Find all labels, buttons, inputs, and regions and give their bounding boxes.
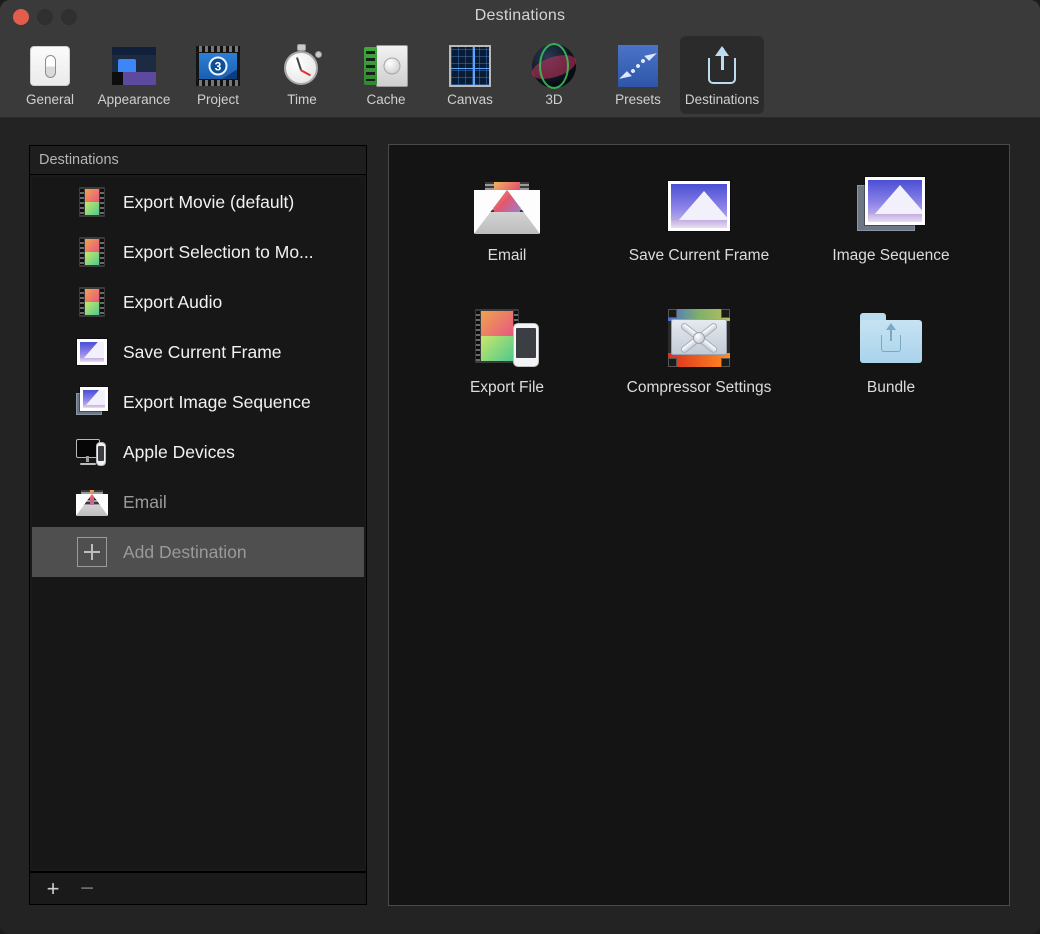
list-item-export-movie[interactable]: Export Movie (default) <box>32 177 364 227</box>
destinations-sidebar: Destinations Export Movie (default) <box>29 145 367 872</box>
plus-square-icon <box>76 536 108 568</box>
preferences-toolbar: General Appearance 3 Project <box>0 34 1040 118</box>
toolbar-label-destinations: Destinations <box>685 92 759 107</box>
tile-label: Save Current Frame <box>629 247 769 265</box>
destination-types-grid: Email Save Current Frame <box>389 145 1009 397</box>
film-strip-icon <box>76 186 108 218</box>
list-item-apple-devices[interactable]: Apple Devices <box>32 427 364 477</box>
toolbar-item-cache[interactable]: Cache <box>344 36 428 114</box>
tile-compressor-settings[interactable]: Compressor Settings <box>603 307 795 397</box>
list-item-label: Export Movie (default) <box>123 192 294 213</box>
list-item-label: Add Destination <box>123 542 247 563</box>
envelope-icon <box>76 486 108 518</box>
list-item-label: Apple Devices <box>123 442 235 463</box>
film-strip-icon <box>76 236 108 268</box>
list-item-email[interactable]: Email <box>32 477 364 527</box>
sidebar-footer-toolbar: + − <box>29 872 367 905</box>
list-item-label: Export Image Sequence <box>123 392 311 413</box>
toolbar-label-cache: Cache <box>366 92 405 107</box>
appearance-icon <box>110 42 158 90</box>
toolbar-item-presets[interactable]: Presets <box>596 36 680 114</box>
tile-label: Export File <box>470 379 544 397</box>
tile-email[interactable]: Email <box>411 175 603 265</box>
cache-icon <box>362 42 410 90</box>
toolbar-item-destinations[interactable]: Destinations <box>680 36 764 114</box>
toolbar-label-3d: 3D <box>545 92 562 107</box>
tile-bundle[interactable]: Bundle <box>795 307 987 397</box>
window-title: Destinations <box>0 7 1040 25</box>
list-item-export-selection[interactable]: Export Selection to Mo... <box>32 227 364 277</box>
tile-export-file[interactable]: Export File <box>411 307 603 397</box>
three-d-icon <box>530 42 578 90</box>
canvas-icon <box>446 42 494 90</box>
toolbar-item-project[interactable]: 3 Project <box>176 36 260 114</box>
presets-icon <box>614 42 662 90</box>
toolbar-item-canvas[interactable]: Canvas <box>428 36 512 114</box>
list-item-label: Email <box>123 492 167 513</box>
tile-image-sequence[interactable]: Image Sequence <box>795 175 987 265</box>
toolbar-label-time: Time <box>287 92 317 107</box>
destinations-list: Export Movie (default) Export Selection … <box>32 177 364 869</box>
list-item-add-destination[interactable]: Add Destination <box>32 527 364 577</box>
sidebar-header: Destinations <box>30 146 366 175</box>
toolbar-label-general: General <box>26 92 74 107</box>
destination-types-panel: Email Save Current Frame <box>388 144 1010 906</box>
envelope-icon <box>472 175 542 237</box>
tile-save-current-frame[interactable]: Save Current Frame <box>603 175 795 265</box>
photo-stack-icon <box>76 386 108 418</box>
general-icon <box>26 42 74 90</box>
devices-icon <box>76 436 108 468</box>
list-item-save-current-frame[interactable]: Save Current Frame <box>32 327 364 377</box>
toolbar-label-canvas: Canvas <box>447 92 493 107</box>
tile-label: Image Sequence <box>832 247 949 265</box>
preferences-body: Destinations Export Movie (default) <box>0 119 1040 934</box>
export-file-icon <box>472 307 542 369</box>
photo-icon <box>664 175 734 237</box>
tile-label: Email <box>488 247 527 265</box>
toolbar-label-appearance: Appearance <box>98 92 171 107</box>
list-item-label: Save Current Frame <box>123 342 282 363</box>
bundle-folder-icon <box>856 307 926 369</box>
toolbar-item-3d[interactable]: 3D <box>512 36 596 114</box>
toolbar-item-appearance[interactable]: Appearance <box>92 36 176 114</box>
add-destination-button[interactable]: + <box>39 876 67 902</box>
list-item-label: Export Selection to Mo... <box>123 242 314 263</box>
tile-label: Compressor Settings <box>627 379 772 397</box>
tile-label: Bundle <box>867 379 915 397</box>
toolbar-label-presets: Presets <box>615 92 661 107</box>
time-icon <box>278 42 326 90</box>
destinations-icon <box>698 42 746 90</box>
project-icon: 3 <box>194 42 242 90</box>
preferences-window: Destinations General Appearance 3 Projec… <box>0 0 1040 934</box>
compressor-icon <box>664 307 734 369</box>
toolbar-label-project: Project <box>197 92 239 107</box>
toolbar-item-time[interactable]: Time <box>260 36 344 114</box>
photo-icon <box>76 336 108 368</box>
list-item-export-audio[interactable]: Export Audio <box>32 277 364 327</box>
list-item-label: Export Audio <box>123 292 222 313</box>
toolbar-item-general[interactable]: General <box>8 36 92 114</box>
title-bar: Destinations <box>0 0 1040 34</box>
list-item-export-image-sequence[interactable]: Export Image Sequence <box>32 377 364 427</box>
photo-stack-icon <box>856 175 926 237</box>
film-strip-icon <box>76 286 108 318</box>
remove-destination-button[interactable]: − <box>73 876 101 902</box>
